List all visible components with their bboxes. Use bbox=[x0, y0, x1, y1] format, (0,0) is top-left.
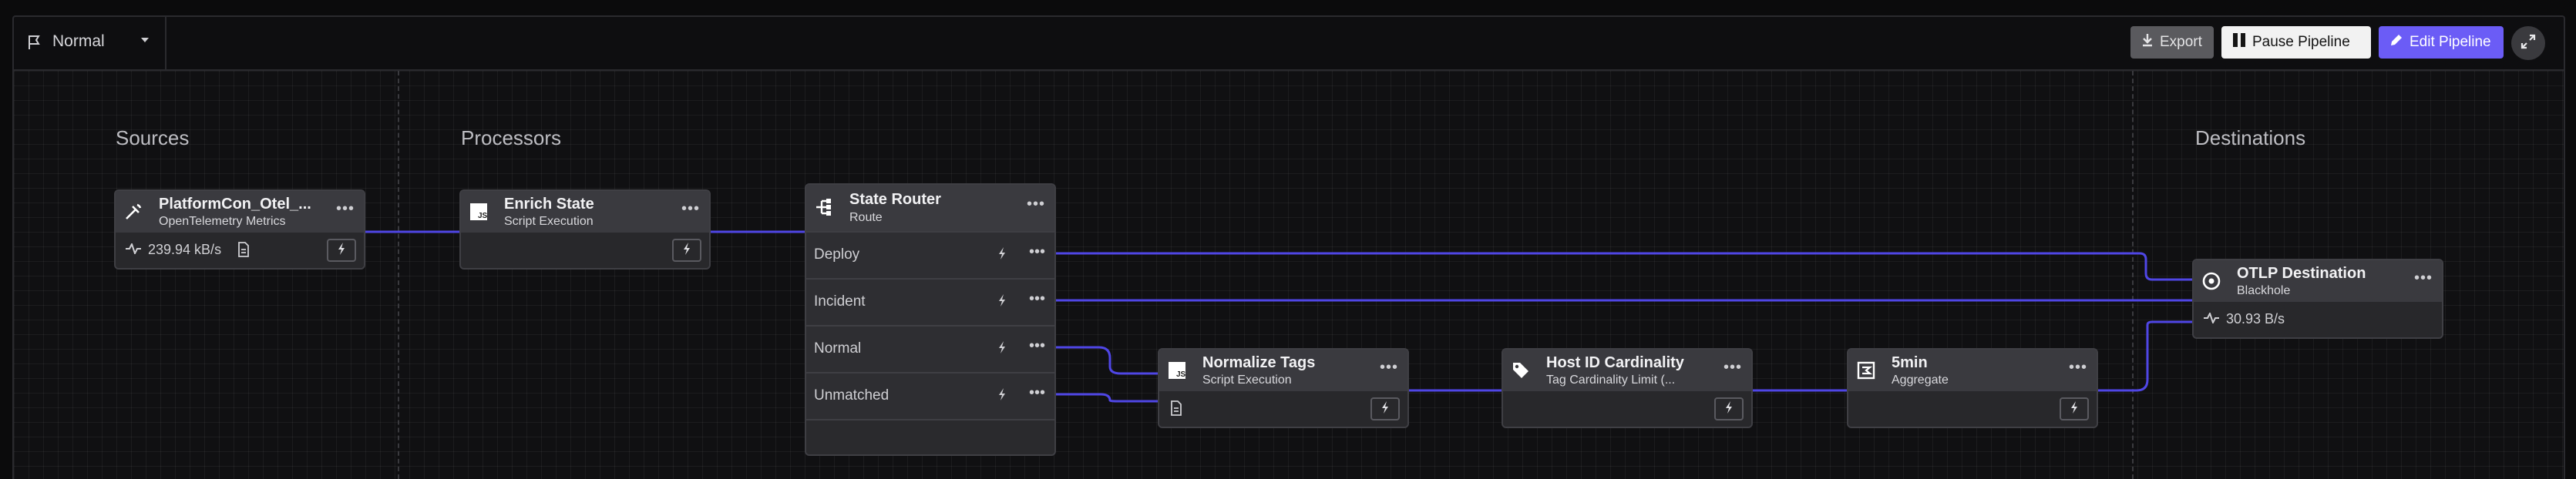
normalize-tags-node[interactable]: JS Normalize Tags Script Execution ••• bbox=[1158, 348, 1409, 428]
more-options-icon[interactable]: ••• bbox=[1027, 196, 1045, 213]
svg-text:JS: JS bbox=[1176, 370, 1186, 379]
target-icon bbox=[2201, 271, 2221, 291]
pause-icon bbox=[2232, 32, 2246, 52]
more-options-icon[interactable]: ••• bbox=[681, 200, 700, 218]
node-subtitle: Script Execution bbox=[504, 215, 594, 228]
mode-select[interactable]: Normal bbox=[12, 15, 166, 69]
document-icon[interactable] bbox=[1170, 400, 1182, 420]
throughput-metric: 239.94 kB/s bbox=[125, 242, 221, 258]
route-row-deploy[interactable]: Deploy ••• bbox=[806, 231, 1054, 278]
lightning-icon[interactable] bbox=[997, 340, 1007, 358]
node-subtitle: Blackhole bbox=[2237, 284, 2291, 297]
download-icon bbox=[2141, 33, 2154, 52]
node-title: Normalize Tags bbox=[1202, 354, 1316, 371]
pulse-icon bbox=[2203, 311, 2220, 327]
throughput-metric: 30.93 B/s bbox=[2203, 311, 2285, 327]
pause-pipeline-label: Pause Pipeline bbox=[2252, 34, 2350, 50]
node-title: Enrich State bbox=[504, 196, 594, 213]
antenna-icon bbox=[123, 202, 143, 222]
edit-pipeline-label: Edit Pipeline bbox=[2410, 34, 2491, 50]
pipeline-canvas[interactable]: Sources Processors Destinations Platform… bbox=[14, 71, 2564, 479]
lightning-icon bbox=[1380, 400, 1390, 418]
js-icon: JS bbox=[1167, 360, 1187, 380]
route-icon bbox=[814, 197, 834, 217]
route-label: Normal bbox=[814, 340, 862, 357]
more-options-icon[interactable]: ••• bbox=[336, 200, 355, 218]
node-subtitle: Aggregate bbox=[1892, 373, 1949, 387]
lightning-icon[interactable] bbox=[997, 387, 1007, 405]
more-options-icon[interactable]: ••• bbox=[1723, 359, 1742, 377]
tap-button[interactable] bbox=[327, 239, 356, 262]
more-options-icon[interactable]: ••• bbox=[1029, 337, 1045, 355]
route-label: Incident bbox=[814, 293, 866, 310]
otlp-destination-node[interactable]: OTLP Destination Blackhole ••• 30.93 B/s bbox=[2192, 259, 2443, 339]
lightning-icon bbox=[337, 242, 346, 260]
node-title: 5min bbox=[1892, 354, 1928, 371]
node-subtitle: Tag Cardinality Limit (... bbox=[1546, 373, 1676, 387]
more-options-icon[interactable]: ••• bbox=[1029, 384, 1045, 402]
wire-unmatched-to-normalize bbox=[1056, 393, 1158, 403]
pause-pipeline-button[interactable]: Pause Pipeline bbox=[2221, 26, 2371, 59]
pipeline-toolbar: Normal Export Pause Pipeline Edit Pipeli… bbox=[12, 15, 2565, 71]
export-button-label: Export bbox=[2160, 34, 2202, 50]
chevron-down-icon bbox=[139, 34, 151, 50]
pulse-icon bbox=[125, 242, 142, 258]
more-options-icon[interactable]: ••• bbox=[2069, 359, 2087, 377]
expand-icon bbox=[2520, 33, 2537, 54]
lightning-icon bbox=[682, 242, 691, 260]
route-row-incident[interactable]: Incident ••• bbox=[806, 278, 1054, 325]
node-title: Host ID Cardinality bbox=[1546, 354, 1684, 371]
more-options-icon[interactable]: ••• bbox=[2414, 270, 2433, 287]
flag-icon bbox=[26, 34, 43, 55]
node-subtitle: Route bbox=[849, 211, 883, 224]
tap-button[interactable] bbox=[2060, 397, 2089, 420]
lightning-icon[interactable] bbox=[997, 293, 1007, 311]
throughput-value: 30.93 B/s bbox=[2226, 311, 2285, 327]
enrich-state-node[interactable]: JS Enrich State Script Execution ••• bbox=[459, 189, 711, 270]
tap-button[interactable] bbox=[1370, 397, 1400, 420]
aggregate-icon bbox=[1856, 360, 1876, 380]
document-icon[interactable] bbox=[237, 242, 250, 261]
state-router-node[interactable]: State Router Route ••• Deploy ••• Incide… bbox=[805, 183, 1056, 456]
node-title: PlatformCon_Otel_... bbox=[159, 196, 311, 213]
node-title: State Router bbox=[849, 191, 941, 208]
lightning-icon[interactable] bbox=[997, 246, 1007, 264]
node-subtitle: Script Execution bbox=[1202, 373, 1292, 387]
wire-aggregate-to-destination bbox=[2098, 320, 2192, 392]
tap-button[interactable] bbox=[1714, 397, 1744, 420]
lightning-icon bbox=[2070, 400, 2079, 418]
more-options-icon[interactable]: ••• bbox=[1380, 359, 1398, 377]
route-footer bbox=[806, 419, 1054, 454]
js-icon: JS bbox=[469, 202, 489, 222]
node-title: OTLP Destination bbox=[2237, 265, 2366, 282]
tag-icon bbox=[1511, 360, 1531, 380]
more-options-icon[interactable]: ••• bbox=[1029, 290, 1045, 308]
route-row-unmatched[interactable]: Unmatched ••• bbox=[806, 372, 1054, 419]
lightning-icon bbox=[1724, 400, 1734, 418]
route-label: Deploy bbox=[814, 246, 860, 263]
node-subtitle: OpenTelemetry Metrics bbox=[159, 215, 286, 228]
mode-select-value: Normal bbox=[52, 32, 105, 50]
source-node[interactable]: PlatformCon_Otel_... OpenTelemetry Metri… bbox=[114, 189, 365, 270]
host-id-cardinality-node[interactable]: Host ID Cardinality Tag Cardinality Limi… bbox=[1502, 348, 1753, 428]
pencil-icon bbox=[2389, 33, 2403, 52]
export-button[interactable]: Export bbox=[2130, 26, 2214, 59]
tap-button[interactable] bbox=[672, 239, 701, 262]
throughput-value: 239.94 kB/s bbox=[148, 242, 222, 257]
edit-pipeline-button[interactable]: Edit Pipeline bbox=[2379, 26, 2504, 59]
wire-normal-to-normalize bbox=[1056, 346, 1158, 375]
route-label: Unmatched bbox=[814, 387, 889, 404]
fullscreen-button[interactable] bbox=[2511, 26, 2545, 60]
svg-text:JS: JS bbox=[478, 212, 488, 220]
route-row-normal[interactable]: Normal ••• bbox=[806, 325, 1054, 372]
aggregate-node[interactable]: 5min Aggregate ••• bbox=[1847, 348, 2098, 428]
more-options-icon[interactable]: ••• bbox=[1029, 243, 1045, 261]
wire-deploy-to-destination bbox=[1056, 252, 2192, 281]
